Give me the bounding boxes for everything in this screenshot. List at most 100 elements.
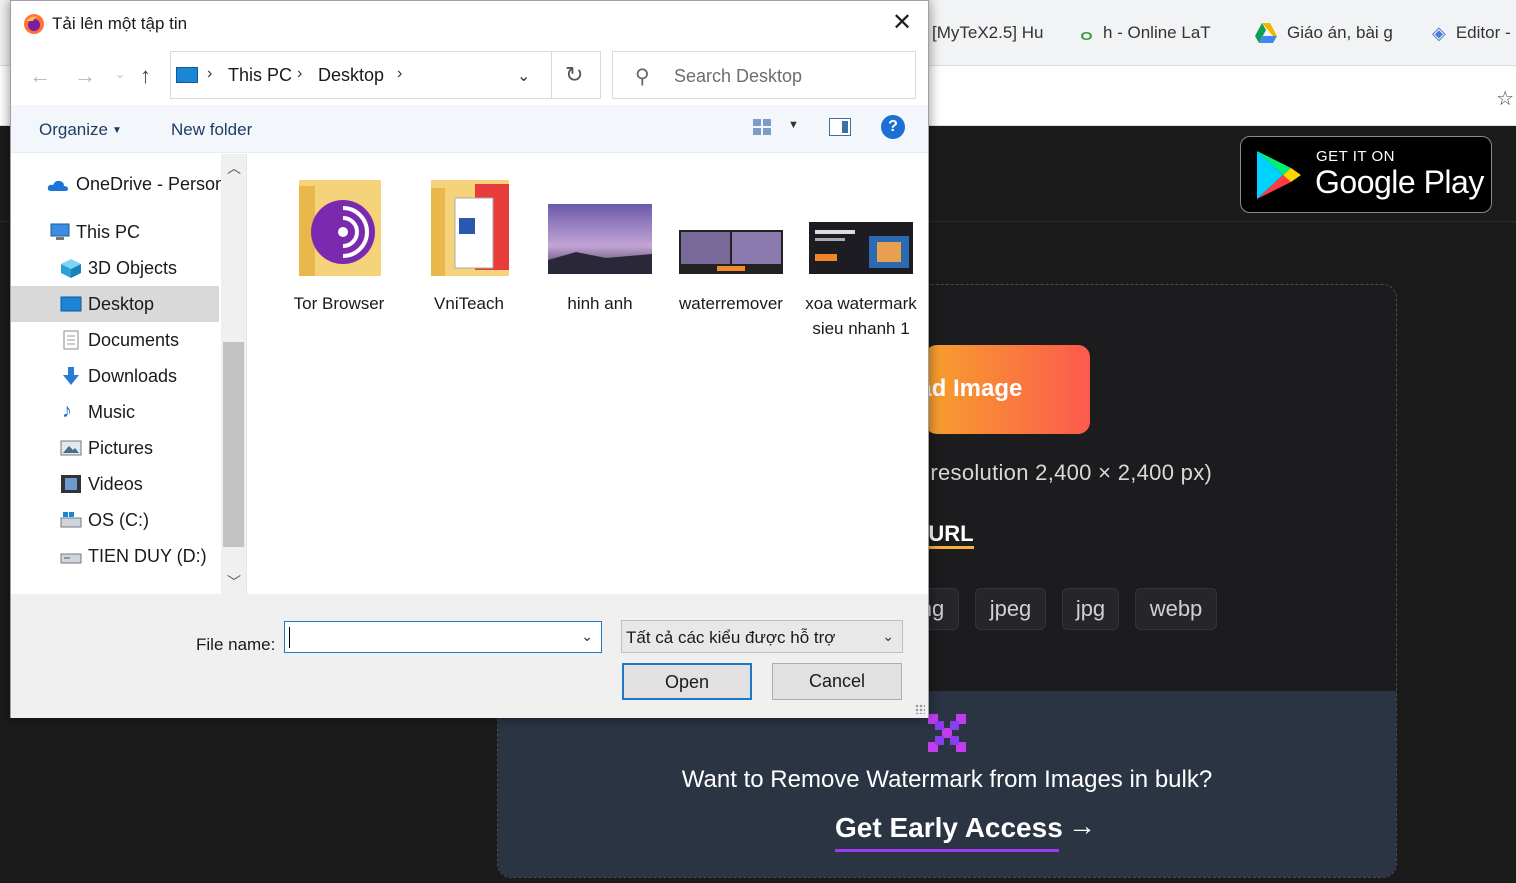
tor-browser-folder-icon [299, 180, 381, 276]
nav-item-label: OS (C:) [88, 509, 149, 530]
this-pc-icon [50, 223, 70, 240]
search-icon: ⚲ [635, 66, 650, 88]
upload-button-label: Upload Image [925, 375, 1023, 402]
firefox-icon [24, 14, 44, 34]
nav-item-music[interactable]: ♪ Music [11, 394, 219, 430]
file-item-label: Tor Browser [293, 294, 385, 313]
image-thumbnail-icon [679, 230, 783, 274]
browser-tab-mytex[interactable]: [MyTeX2.5] Hu [932, 20, 1047, 46]
file-type-select[interactable]: Tất cả các kiểu được hỗ trợ ⌄ [621, 620, 903, 653]
format-badge-jpg: jpg [1062, 588, 1119, 630]
navigation-pane: OneDrive - Person This PC 3D Objects Des… [11, 154, 246, 594]
open-button[interactable]: Open [622, 663, 752, 700]
organize-button[interactable]: Organize ▼ [39, 120, 122, 140]
resolution-note: to resolution 2,400 × 2,400 px) [905, 460, 1213, 485]
nav-item-label: Music [88, 401, 136, 422]
chevron-right-icon[interactable]: › [397, 65, 402, 83]
chevron-down-icon[interactable]: ⌄ [581, 628, 593, 645]
cancel-button[interactable]: Cancel [772, 663, 902, 700]
help-icon[interactable]: ? [881, 115, 905, 139]
chevron-down-icon[interactable]: ⌄ [517, 66, 530, 86]
google-play-big-text: Google Play [1315, 164, 1484, 200]
nav-item-this-pc[interactable]: This PC [11, 214, 219, 250]
scroll-down-icon[interactable]: ﹀ [227, 572, 241, 592]
recent-locations-icon[interactable]: ⌄ [115, 67, 125, 81]
videos-icon [61, 475, 81, 493]
tab-label: h - Online LaT [1102, 23, 1211, 42]
preview-pane-icon[interactable] [829, 118, 851, 136]
change-view-icon[interactable] [752, 118, 772, 136]
arrow-right-icon[interactable]: → [1068, 810, 1096, 842]
nav-item-drive-c[interactable]: OS (C:) [11, 502, 219, 538]
early-access-underline [835, 849, 1059, 852]
nav-item-label: Desktop [88, 293, 155, 314]
nav-item-desktop[interactable]: Desktop [11, 286, 219, 322]
url-link[interactable]: URL [928, 521, 974, 549]
nav-item-label: TIEN DUY (D:) [88, 545, 207, 566]
upload-image-button[interactable]: Upload Image [925, 345, 1090, 434]
format-badge-webp: webp [1135, 588, 1217, 630]
file-item-vniteach[interactable]: VniTeach [405, 174, 533, 316]
nav-item-onedrive[interactable]: OneDrive - Person [11, 166, 225, 202]
drive-c-icon [60, 512, 82, 528]
chevron-right-icon: › [297, 65, 303, 82]
downloads-icon [63, 367, 79, 385]
nav-item-drive-d[interactable]: TIEN DUY (D:) [11, 538, 219, 574]
nav-item-downloads[interactable]: Downloads [11, 358, 219, 394]
navigation-scrollbar[interactable]: ︿ ﹀ [221, 154, 246, 594]
drive-d-icon [60, 553, 82, 564]
google-play-small-text: GET IT ON [1316, 148, 1395, 165]
desktop-icon [60, 296, 82, 312]
new-folder-button[interactable]: New folder [171, 120, 252, 140]
nav-item-label: Downloads [88, 365, 178, 386]
browser-tab-editor[interactable]: ◈ Editor - [1432, 20, 1516, 46]
file-item-waterremover[interactable]: waterremover [667, 174, 795, 316]
this-pc-icon [176, 67, 198, 83]
breadcrumb-this-pc[interactable]: This PC [228, 65, 292, 86]
bulk-tool-icon [928, 714, 966, 752]
nav-item-label: OneDrive - Person [76, 173, 226, 194]
file-item-label: VniTeach [434, 294, 504, 313]
documents-icon [63, 330, 79, 350]
address-divider [551, 52, 552, 98]
nav-item-label: Pictures [88, 437, 154, 458]
nav-item-pictures[interactable]: Pictures [11, 430, 219, 466]
search-box[interactable]: ⚲ Search Desktop [612, 51, 916, 99]
view-options-caret-icon[interactable]: ▼ [788, 119, 799, 131]
nav-item-label: 3D Objects [88, 257, 178, 278]
image-thumbnail-icon [548, 204, 652, 274]
dialog-title-bar: Tải lên một tập tin ✕ [11, 1, 928, 47]
refresh-icon[interactable]: ↻ [565, 62, 583, 88]
google-play-badge[interactable]: GET IT ON Google Play [1240, 136, 1492, 213]
browser-tab-drive[interactable]: Giáo án, bài g [1255, 20, 1400, 46]
breadcrumb-desktop[interactable]: Desktop [318, 65, 384, 86]
file-item-label: xoa watermark sieu nhanh 1 [805, 294, 917, 338]
3d-objects-icon [61, 259, 81, 278]
nav-item-videos[interactable]: Videos [11, 466, 219, 502]
forward-arrow-icon[interactable]: → [74, 63, 96, 89]
tab-label: Giáo án, bài g [1287, 23, 1393, 42]
close-icon[interactable]: ✕ [890, 11, 914, 35]
vniteach-folder-icon [431, 180, 509, 276]
address-bar[interactable]: › This PC › Desktop › ⌄ ↻ [170, 51, 601, 99]
file-list: Tor Browser VniTeach hinh anh waterremov… [247, 154, 928, 594]
bookmark-star-icon[interactable]: ☆ [1496, 86, 1514, 111]
scroll-up-icon[interactable]: ︿ [227, 158, 241, 178]
file-item-hinh-anh[interactable]: hinh anh [536, 174, 664, 316]
text-cursor [289, 627, 290, 648]
file-type-value: Tất cả các kiểu được hỗ trợ [626, 628, 836, 647]
file-item-xoa-watermark[interactable]: xoa watermark sieu nhanh 1 [797, 174, 925, 341]
early-access-link[interactable]: Get Early Access [835, 812, 1063, 844]
google-drive-icon [1255, 23, 1277, 43]
file-name-input[interactable]: ⌄ [284, 621, 602, 653]
pictures-icon [60, 440, 82, 456]
resize-grip-icon[interactable] [915, 704, 925, 714]
scrollbar-thumb[interactable] [223, 342, 244, 547]
browser-tab-overleaf[interactable]: ⴰ h - Online LaT [1080, 20, 1230, 46]
nav-item-documents[interactable]: Documents [11, 322, 219, 358]
back-arrow-icon[interactable]: ← [29, 63, 51, 89]
format-badge-jpeg: jpeg [975, 588, 1046, 630]
up-arrow-icon[interactable]: ↑ [140, 63, 151, 89]
file-item-tor-browser[interactable]: Tor Browser [275, 174, 403, 316]
nav-item-3d-objects[interactable]: 3D Objects [11, 250, 219, 286]
